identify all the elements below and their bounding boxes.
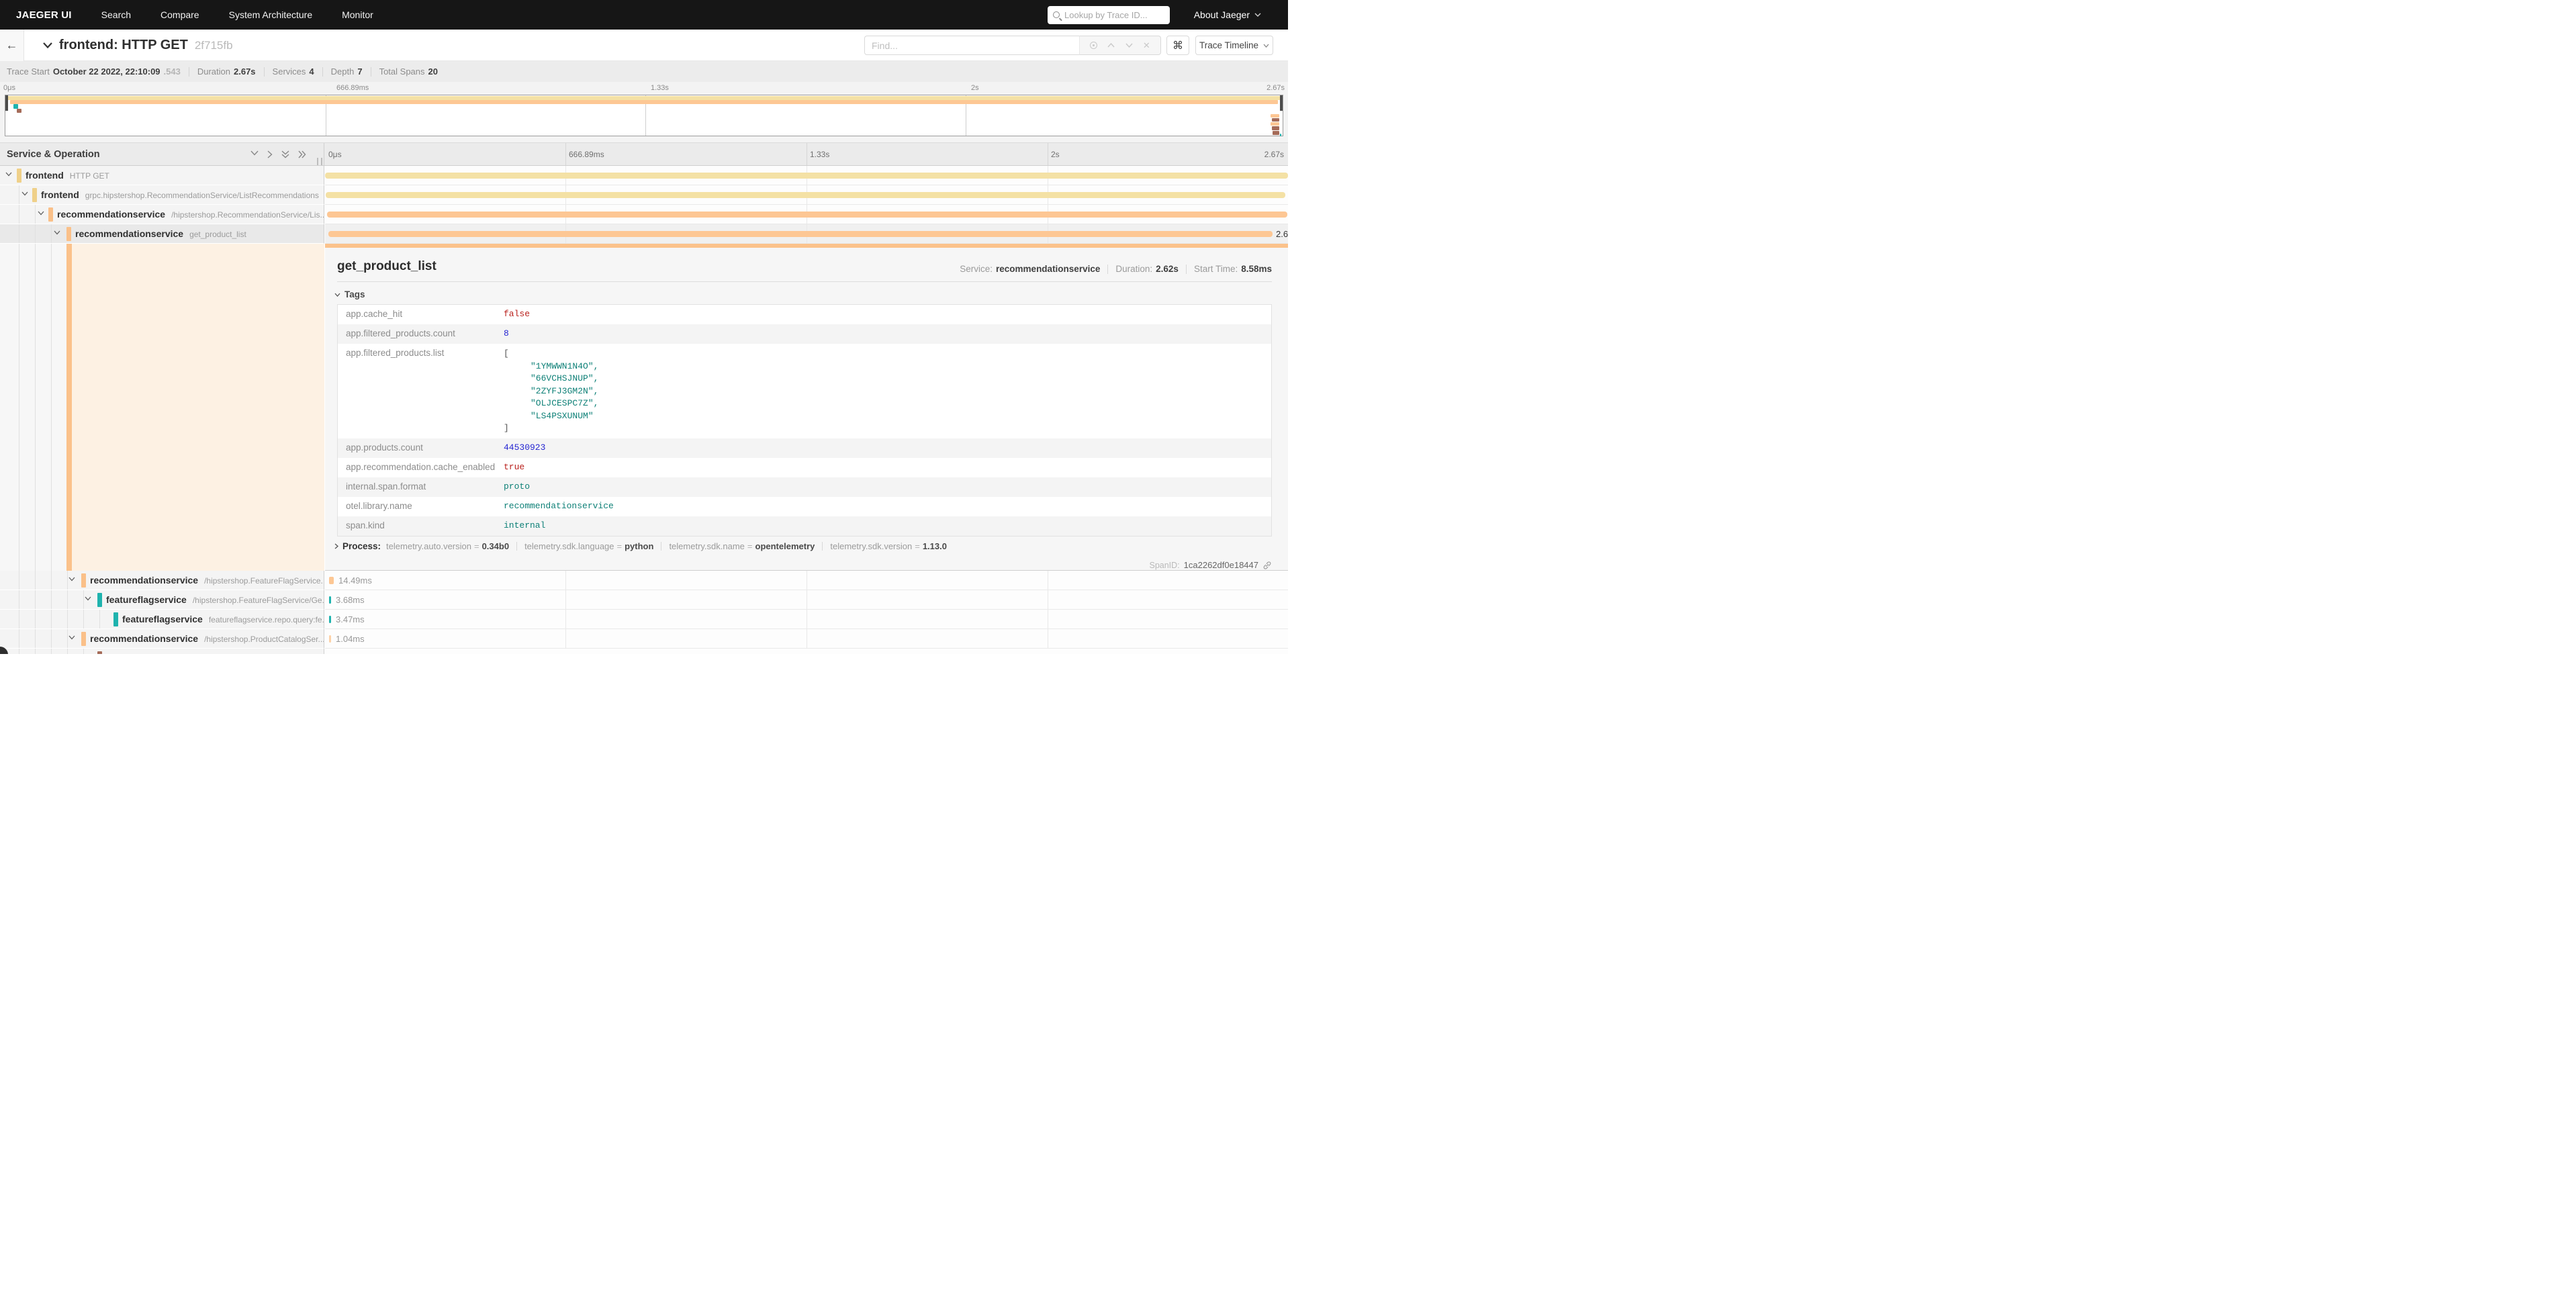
trace-title: frontend: HTTP GET — [59, 38, 188, 53]
nav-system-architecture[interactable]: System Architecture — [229, 9, 313, 20]
expand-all-icon[interactable] — [298, 150, 306, 158]
tag-row: app.recommendation.cache_enabled true — [338, 458, 1271, 477]
span-row-recommendationservice-list[interactable]: recommendationservice/hipstershop.Recomm… — [0, 205, 1288, 224]
minimap-right-handle[interactable] — [1280, 95, 1283, 111]
tag-row: otel.library.name recommendationservice — [338, 497, 1271, 516]
lookup-placeholder: Lookup by Trace ID... — [1064, 10, 1148, 20]
partial-span-row — [0, 649, 1288, 654]
tag-row: app.filtered_products.list [ "1YMWWN1N4O… — [338, 344, 1271, 438]
span-rows-bottom: recommendationservice/hipstershop.Featur… — [0, 571, 1288, 649]
chevron-down-icon[interactable] — [68, 577, 75, 581]
tag-row: app.products.count 44530923 — [338, 438, 1271, 458]
minimap-canvas[interactable] — [5, 95, 1283, 136]
chevron-down-icon[interactable] — [5, 172, 12, 177]
trace-stats-bar: Trace Start October 22 2022, 22:10:09.54… — [0, 61, 1288, 82]
tag-row: internal.span.format proto — [338, 477, 1271, 497]
search-icon — [1053, 11, 1060, 18]
span-detail-panel: get_product_list Service:recommendations… — [325, 248, 1288, 571]
process-section-toggle[interactable]: Process: telemetry.auto.version=0.34b0 t… — [334, 541, 947, 551]
timeline-minimap[interactable]: 0μs 666.89ms 1.33s 2s 2.67s — [0, 82, 1288, 142]
trace-services: 4 — [309, 66, 314, 77]
trace-title-bar: ← frontend: HTTP GET 2f715fb Find... ✕ — [0, 30, 1288, 61]
collapse-one-icon[interactable] — [250, 150, 259, 158]
span-detail-region: get_product_list Service:recommendations… — [0, 244, 1288, 571]
column-resize-handle[interactable] — [317, 158, 322, 165]
span-detail-title: get_product_list — [337, 259, 436, 274]
chevron-down-icon[interactable] — [21, 191, 28, 196]
chevron-down-icon[interactable] — [38, 211, 44, 216]
span-duration-label: 1.04ms — [336, 634, 365, 644]
keyboard-shortcuts-button[interactable]: ⌘ — [1166, 36, 1189, 55]
chevron-down-icon — [334, 293, 340, 297]
span-row-rec-featureflagservice[interactable]: recommendationservice/hipstershop.Featur… — [0, 571, 1288, 590]
span-row-frontend-httpget[interactable]: frontendHTTP GET — [0, 166, 1288, 185]
nav-monitor[interactable]: Monitor — [342, 9, 373, 20]
clear-find-icon[interactable]: ✕ — [1143, 40, 1150, 51]
minimap-ticks: 0μs 666.89ms 1.33s 2s 2.67s — [0, 83, 1288, 94]
span-row-get-product-list[interactable]: recommendationserviceget_product_list 2.… — [0, 224, 1288, 244]
span-duration-label: 3.47ms — [336, 614, 365, 624]
timeline-header: Service & Operation 0μs 666. — [0, 142, 1288, 166]
trace-total-spans: 20 — [428, 66, 438, 77]
nav-compare[interactable]: Compare — [160, 9, 199, 20]
span-id-row: SpanID: 1ca2262df0e18447 — [1149, 560, 1272, 570]
span-id-value: 1ca2262df0e18447 — [1184, 560, 1258, 570]
about-jaeger-menu[interactable]: About Jaeger — [1194, 9, 1261, 20]
nav-search[interactable]: Search — [101, 9, 131, 20]
span-detail-meta: Service:recommendationservice Duration:2… — [960, 264, 1272, 274]
span-row-featureflagservice-get[interactable]: featureflagservice/hipstershop.FeatureFl… — [0, 590, 1288, 610]
span-bar[interactable] — [328, 231, 1273, 237]
find-input[interactable]: Find... — [864, 36, 1079, 55]
span-bar[interactable] — [329, 635, 331, 643]
trace-view-selector[interactable]: Trace Timeline — [1195, 36, 1273, 55]
span-bar[interactable] — [329, 596, 331, 604]
collapse-trace-chevron-icon[interactable] — [43, 42, 52, 48]
span-bar[interactable] — [326, 192, 1285, 198]
tags-section-toggle[interactable]: Tags — [334, 289, 365, 299]
span-row-rec-productcatalog[interactable]: recommendationservice/hipstershop.Produc… — [0, 629, 1288, 649]
chevron-down-icon — [1254, 13, 1261, 17]
tag-row: app.filtered_products.count 8 — [338, 324, 1271, 344]
span-duration-label: 3.68ms — [336, 595, 365, 605]
tag-row: span.kind internal — [338, 516, 1271, 536]
link-icon[interactable] — [1262, 561, 1272, 570]
span-color-accent — [66, 244, 72, 571]
span-bar[interactable] — [329, 616, 331, 623]
back-button[interactable]: ← — [0, 30, 24, 61]
span-row-featureflagservice-repo-query[interactable]: featureflagservicefeatureflagservice.rep… — [0, 610, 1288, 629]
span-duration-label: 14.49ms — [338, 575, 372, 586]
jaeger-trace-page: JAEGER UI Search Compare System Architec… — [0, 0, 1288, 654]
focus-match-icon[interactable] — [1090, 42, 1097, 49]
chevron-right-icon — [334, 543, 338, 549]
tags-table: app.cache_hit false app.filtered_product… — [337, 304, 1272, 536]
span-duration-label: 2.62s — [1276, 229, 1288, 239]
find-control: Find... ✕ — [864, 36, 1161, 55]
trace-start-value: October 22 2022, 22:10:09 — [53, 66, 160, 77]
chevron-down-icon — [1263, 44, 1269, 48]
top-nav: JAEGER UI Search Compare System Architec… — [0, 0, 1288, 30]
trace-duration: 2.67s — [234, 66, 256, 77]
trace-id: 2f715fb — [195, 39, 233, 52]
chevron-down-icon[interactable] — [85, 596, 91, 601]
span-bar[interactable] — [327, 212, 1287, 218]
chevron-down-icon[interactable] — [54, 230, 60, 235]
trace-start-label: Trace Start — [7, 66, 50, 77]
collapse-all-icon[interactable] — [281, 150, 289, 158]
minimap-left-handle[interactable] — [5, 95, 8, 111]
tag-row: app.cache_hit false — [338, 305, 1271, 324]
span-bar[interactable] — [329, 577, 334, 584]
service-operation-header: Service & Operation — [7, 149, 100, 160]
trace-depth: 7 — [357, 66, 362, 77]
brand[interactable]: JAEGER UI — [16, 9, 72, 21]
trace-id-lookup-input[interactable]: Lookup by Trace ID... — [1048, 6, 1170, 24]
chevron-down-icon[interactable] — [68, 635, 75, 640]
span-row-frontend-listrecommendations[interactable]: frontendgrpc.hipstershop.RecommendationS… — [0, 185, 1288, 205]
expand-one-icon[interactable] — [267, 150, 273, 158]
span-bar[interactable] — [325, 173, 1288, 179]
span-rows-top: frontendHTTP GET frontendgrpc.hipstersho… — [0, 166, 1288, 244]
prev-match-icon[interactable] — [1107, 43, 1115, 48]
next-match-icon[interactable] — [1125, 43, 1133, 48]
